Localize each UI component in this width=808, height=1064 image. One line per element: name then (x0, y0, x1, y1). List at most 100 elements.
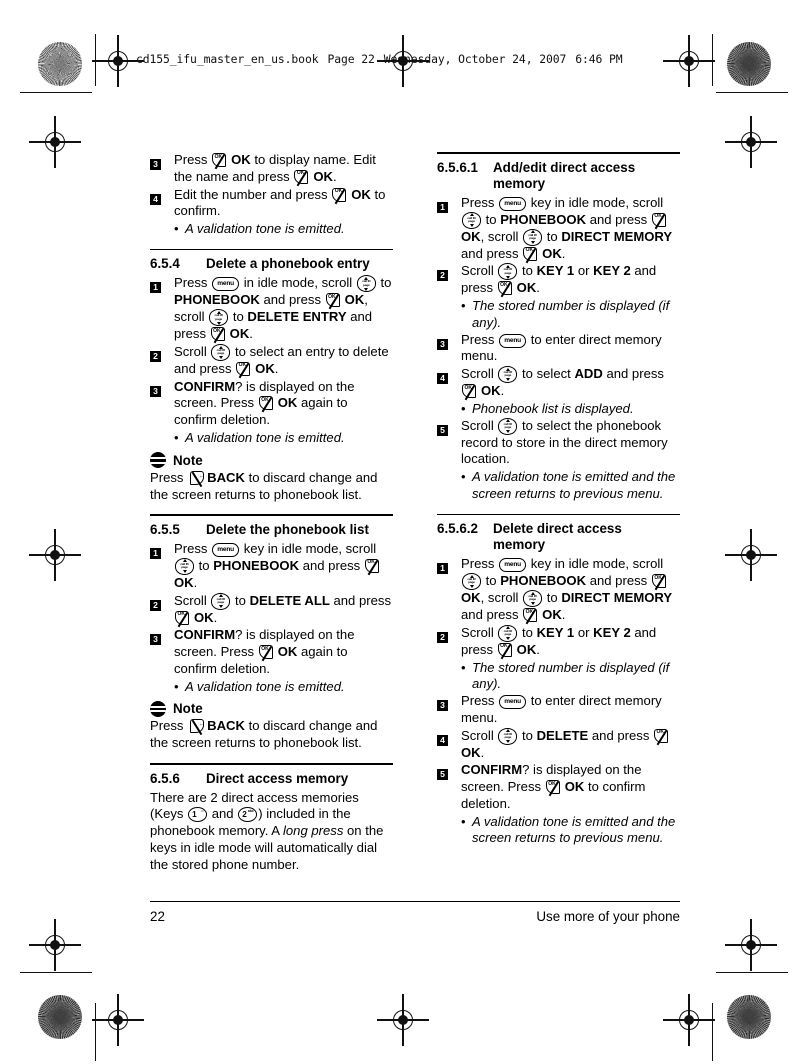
scroll-navigation-key-icon: call ID page (211, 592, 231, 610)
menu-key-icon: menu (212, 277, 240, 292)
body-text: key in idle mode, scroll (527, 556, 664, 572)
step-text: Press menu to enter direct memory menu. (461, 332, 680, 366)
body-text: , scroll (480, 228, 523, 244)
step-number: 4 (150, 187, 174, 207)
body-text: key in idle mode, scroll (240, 541, 377, 556)
emphasis-term: KEY 1 (536, 624, 575, 640)
right-column: 6.5.6.1 Add/edit direct access memory 1 Pres… (437, 152, 680, 847)
section-number: 6.5.6 (150, 770, 180, 786)
body-text: to (376, 275, 392, 291)
section-divider (150, 248, 393, 251)
body-text: Scroll (461, 263, 498, 279)
step-number-badge: 3 (437, 338, 448, 350)
emphasis-term: KEY 2 (593, 263, 631, 279)
bullet-text: The stored number is displayed (if any). (472, 298, 670, 330)
step-number-badge: 5 (437, 769, 448, 781)
keypad-1-icon: 1 ∞ (188, 807, 208, 823)
emphasis-term: DELETE (536, 727, 589, 743)
manual-section: 6.5.6.2 Delete direct access memory 1 Press … (437, 513, 680, 848)
body-text: , scroll (480, 590, 523, 605)
ok-softkey-icon: OK (236, 361, 254, 379)
step-number-badge: 3 (150, 159, 161, 170)
emphasis-term: PHONEBOOK (500, 211, 587, 227)
step-text: Scroll call ID page to select the phonebo… (461, 417, 680, 469)
step-number: 3 (150, 627, 174, 647)
body-text: Press (461, 556, 499, 572)
step-number: 2 (437, 625, 461, 645)
menu-key-icon: menu (499, 196, 527, 211)
footer-page-number: 22 (150, 909, 165, 924)
step-text: Edit the number and press OK OK to confir… (174, 187, 393, 221)
step-number-badge: 3 (150, 385, 161, 397)
body-text: Scroll (174, 592, 211, 608)
emphasis-term: OK (516, 641, 537, 657)
body-text: or (574, 624, 594, 640)
emphasis-term: OK (351, 186, 371, 202)
body-text: . (193, 574, 198, 590)
bullet-text: A validation tone is emitted. (185, 429, 345, 445)
body-text: and press (602, 366, 664, 381)
ok-softkey-icon: OK (294, 169, 312, 186)
manual-section: 6.5.4 Delete a phonebook entry 1 Press menu… (150, 248, 393, 504)
step-number: 4 (437, 728, 461, 748)
emphasis-term: OK (174, 574, 194, 590)
emphasis-term: KEY 1 (536, 263, 575, 279)
note-bullet: • A validation tone is emitted. (174, 679, 393, 696)
body-text: and press (461, 607, 523, 622)
scroll-navigation-key-icon: call ID page (356, 275, 376, 293)
body-text: and (208, 806, 238, 822)
section-divider (150, 762, 393, 765)
body-text: . (561, 607, 566, 622)
section-heading: 6.5.4 Delete a phonebook entry (150, 256, 393, 272)
step-text: Press menu key in idle mode, scroll call… (461, 195, 680, 263)
step-number-badge: 1 (437, 563, 448, 575)
body-text: to (543, 228, 562, 244)
step-number-badge: 4 (437, 373, 448, 384)
ok-softkey-icon: OK (651, 212, 670, 229)
body-text: Press (174, 152, 212, 167)
ok-softkey-icon: OK (523, 608, 541, 625)
bullet-text: The stored number is displayed (if any). (472, 659, 670, 692)
body-text: Edit the number and press (174, 186, 332, 202)
instruction-step: 3 Press menu to enter direct memory menu. (437, 693, 680, 727)
emphasis-term: DELETE ENTRY (247, 309, 347, 325)
ok-softkey-icon: OK (651, 574, 670, 591)
step-number-badge: 1 (437, 201, 448, 213)
section-heading: 6.5.6 Direct access memory (150, 771, 393, 787)
body-text: Scroll (461, 727, 498, 743)
step-text: CONFIRM? is displayed on the screen. Pre… (174, 379, 393, 429)
emphasis-term: PHONEBOOK (213, 557, 300, 573)
back-softkey-icon: ← (188, 719, 206, 736)
body-text: to (518, 727, 537, 743)
emphasis-term: CONFIRM (461, 762, 523, 778)
step-number: 2 (437, 263, 461, 283)
body-text: and press (299, 557, 364, 573)
step-text: CONFIRM? is displayed on the screen. Pre… (174, 627, 393, 677)
emphasis-term: OK (542, 607, 562, 622)
body-text: Press (461, 331, 499, 347)
section-title: Delete a phonebook entry (206, 256, 370, 272)
section-divider (150, 514, 393, 516)
note-heading: Note (150, 452, 393, 469)
body-text: key in idle mode, scroll (527, 194, 664, 210)
scroll-navigation-key-icon: call ID page (523, 228, 543, 246)
instruction-step: 2 Scroll call ID page to DELETE ALL and pr… (150, 592, 393, 627)
emphasis-term: DIRECT MEMORY (561, 590, 673, 605)
emphasis-term: OK (277, 395, 298, 411)
back-softkey-icon: ← (188, 470, 206, 487)
bullet-text: A validation tone is emitted and the scr… (472, 469, 676, 501)
ok-softkey-icon: OK (332, 187, 350, 204)
section-number: 6.5.4 (150, 256, 180, 272)
step-text: Press OK OK to display name. Edit the nam… (174, 152, 393, 186)
ok-softkey-icon: OK (523, 246, 541, 263)
instruction-step: 1 Press menu key in idle mode, scroll cal… (437, 556, 680, 625)
bullet-text: A validation tone is emitted and the scr… (472, 813, 676, 846)
step-number-badge: 3 (150, 634, 161, 646)
step-text: Press menu in idle mode, scroll call ID p… (174, 275, 393, 344)
body-text: to (482, 211, 501, 227)
emphasis-term: CONFIRM (174, 627, 236, 643)
menu-key-icon: menu (499, 333, 527, 348)
emphasis-term: ADD (574, 366, 603, 381)
body-text: . (561, 245, 566, 261)
bullet-text: Phonebook list is displayed. (472, 400, 634, 416)
